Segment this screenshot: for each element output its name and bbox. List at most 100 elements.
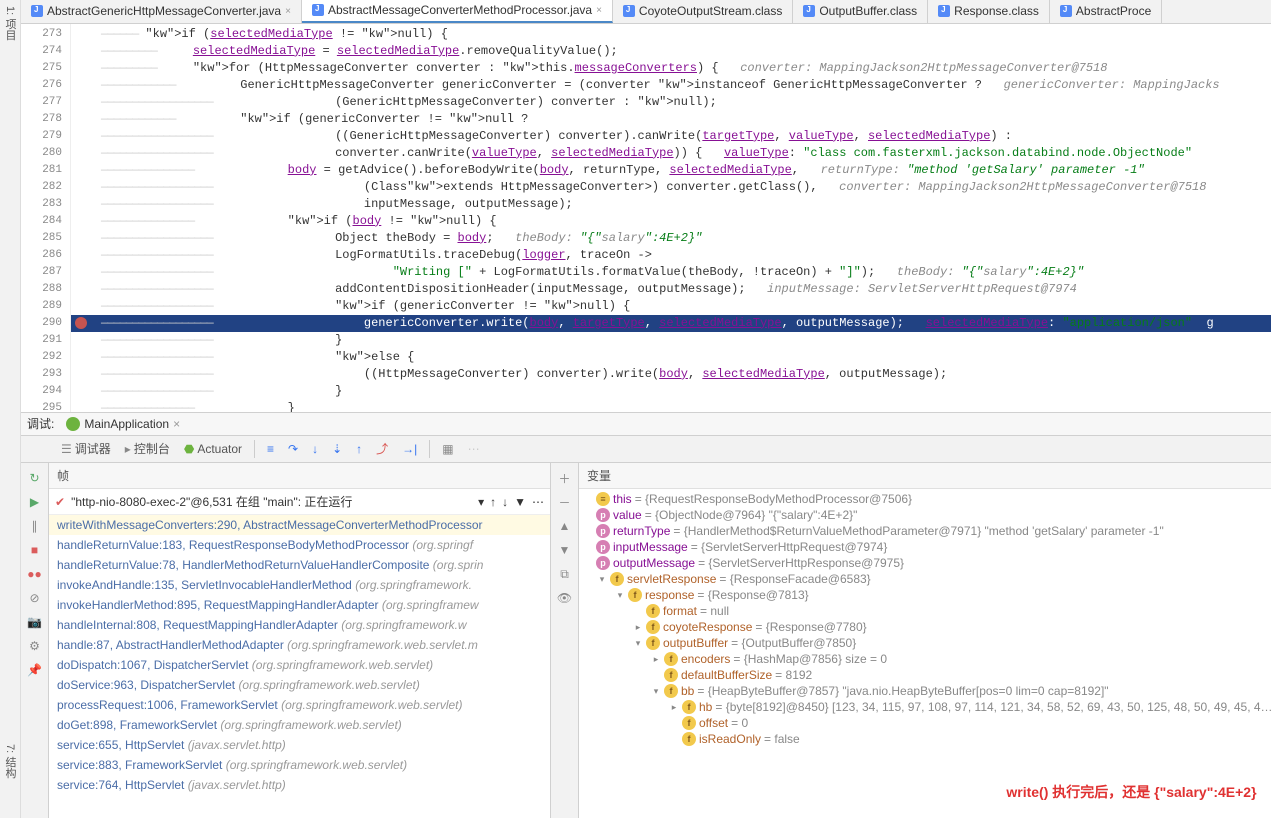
code-editor[interactable]: 2732742752762772782792802812822832842852… xyxy=(21,24,1271,412)
editor-tab[interactable]: CoyoteOutputStream.class xyxy=(613,0,793,23)
force-step-into-icon[interactable]: ⇣ xyxy=(326,440,348,458)
stack-frame[interactable]: processRequest:1006, FrameworkServlet (o… xyxy=(49,695,550,715)
variable-row[interactable]: ▾fservletResponse = {ResponseFacade@6583… xyxy=(579,571,1271,587)
console-tab[interactable]: ▸ 控制台 xyxy=(119,438,176,459)
toggle-icon[interactable]: ▾ xyxy=(597,574,607,585)
stack-frame[interactable]: service:655, HttpServlet (javax.servlet.… xyxy=(49,735,550,755)
stack-frame[interactable]: doGet:898, FrameworkServlet (org.springf… xyxy=(49,715,550,735)
code-line[interactable]: ————————— "kw">for (HttpMessageConverter… xyxy=(71,60,1271,77)
copy-icon[interactable]: ⧉ xyxy=(556,565,574,583)
breakpoint-icon[interactable] xyxy=(75,317,87,329)
variable-row[interactable]: ▾foutputBuffer = {OutputBuffer@7850} xyxy=(579,635,1271,651)
code-line[interactable]: ————————— selectedMediaType = selectedMe… xyxy=(71,43,1271,60)
code-line[interactable]: —————————————————— "Writing [" + LogForm… xyxy=(71,264,1271,281)
code-line[interactable]: —————————————————— } xyxy=(71,383,1271,400)
dump-icon[interactable]: 📷 xyxy=(26,613,44,631)
add-watch-icon[interactable]: ＋ xyxy=(556,469,574,487)
variable-row[interactable]: preturnType = {HandlerMethod$ReturnValue… xyxy=(579,523,1271,539)
toggle-icon[interactable]: ▸ xyxy=(651,654,661,665)
variable-row[interactable]: pinputMessage = {ServletServerHttpReques… xyxy=(579,539,1271,555)
editor-tab[interactable]: Response.class xyxy=(928,0,1050,23)
stack-frame[interactable]: doDispatch:1067, DispatcherServlet (org.… xyxy=(49,655,550,675)
breakpoints-icon[interactable]: ●● xyxy=(26,565,44,583)
pause-icon[interactable]: ∥ xyxy=(26,517,44,535)
code-line[interactable]: ———————————— GenericHttpMessageConverter… xyxy=(71,77,1271,94)
toggle-icon[interactable]: ▾ xyxy=(633,638,643,649)
variable-row[interactable]: foffset = 0 xyxy=(579,715,1271,731)
variable-row[interactable]: fdefaultBufferSize = 8192 xyxy=(579,667,1271,683)
step-over-icon[interactable]: ↷ xyxy=(282,440,304,458)
code-line[interactable]: —————————————————— (GenericHttpMessageCo… xyxy=(71,94,1271,111)
stack-frame[interactable]: writeWithMessageConverters:290, Abstract… xyxy=(49,515,550,535)
variable-row[interactable]: poutputMessage = {ServletServerHttpRespo… xyxy=(579,555,1271,571)
settings-icon[interactable]: ⚙ xyxy=(26,637,44,655)
debugger-tab[interactable]: ☰ 调试器 xyxy=(55,438,117,459)
code-line[interactable]: ——————————————— } xyxy=(71,400,1271,412)
thread-selector[interactable]: ✔ "http-nio-8080-exec-2"@6,531 在组 "main"… xyxy=(49,489,550,515)
step-into-icon[interactable]: ↓ xyxy=(306,440,324,458)
variable-row[interactable]: ▸fhb = {byte[8192]@8450} [123, 34, 115, … xyxy=(579,699,1271,715)
stack-frame[interactable]: service:883, FrameworkServlet (org.sprin… xyxy=(49,755,550,775)
next-frame-icon[interactable]: ↓ xyxy=(502,495,508,509)
rerun-icon[interactable]: ↻ xyxy=(26,469,44,487)
stack-frame[interactable]: handle:87, AbstractHandlerMethodAdapter … xyxy=(49,635,550,655)
watches-icon[interactable]: 👁 xyxy=(556,589,574,607)
stack-frame[interactable]: handleReturnValue:78, HandlerMethodRetur… xyxy=(49,555,550,575)
stack-frame[interactable]: service:764, HttpServlet (javax.servlet.… xyxy=(49,775,550,795)
trace-icon[interactable]: ⋯ xyxy=(462,440,486,458)
close-icon[interactable]: × xyxy=(173,417,180,431)
code-line[interactable]: —————————————————— converter.canWrite(va… xyxy=(71,145,1271,162)
code-line[interactable]: —————————————————— LogFormatUtils.traceD… xyxy=(71,247,1271,264)
variable-row[interactable]: pvalue = {ObjectNode@7964} "{"salary":4E… xyxy=(579,507,1271,523)
toggle-icon[interactable]: ▾ xyxy=(615,590,625,601)
filter-icon[interactable]: ▼ xyxy=(514,495,526,509)
code-line[interactable]: —————————————————— addContentDisposition… xyxy=(71,281,1271,298)
code-line[interactable]: ——————————————— body = getAdvice().befor… xyxy=(71,162,1271,179)
stack-frame[interactable]: handleInternal:808, RequestMappingHandle… xyxy=(49,615,550,635)
code-line[interactable]: —————————————————— inputMessage, outputM… xyxy=(71,196,1271,213)
project-side-tab[interactable]: 1: 项目 xyxy=(0,0,21,818)
code-line[interactable]: —————————————————— ((GenericHttpMessageC… xyxy=(71,128,1271,145)
variable-row[interactable]: ▾fbb = {HeapByteBuffer@7857} "java.nio.H… xyxy=(579,683,1271,699)
prev-frame-icon[interactable]: ↑ xyxy=(490,495,496,509)
code-line[interactable]: —————— "kw">if (selectedMediaType != "kw… xyxy=(71,26,1271,43)
editor-tab[interactable]: OutputBuffer.class xyxy=(793,0,928,23)
stop-icon[interactable]: ■ xyxy=(26,541,44,559)
variable-row[interactable]: fisReadOnly = false xyxy=(579,731,1271,747)
close-icon[interactable]: × xyxy=(285,6,291,17)
code-line[interactable]: ———————————— "kw">if (genericConverter !… xyxy=(71,111,1271,128)
actuator-tab[interactable]: ⬣ Actuator xyxy=(178,440,248,458)
up-icon[interactable]: ▲ xyxy=(556,517,574,535)
toggle-icon[interactable]: ▸ xyxy=(669,702,679,713)
chevron-down-icon[interactable]: ▾ xyxy=(478,495,484,509)
editor-tab[interactable]: AbstractMessageConverterMethodProcessor.… xyxy=(302,0,613,23)
stack-frame[interactable]: handleReturnValue:183, RequestResponseBo… xyxy=(49,535,550,555)
code-line[interactable]: —————————————————— "kw">else { xyxy=(71,349,1271,366)
toggle-icon[interactable]: ▾ xyxy=(651,686,661,697)
resume-icon[interactable]: ▶ xyxy=(26,493,44,511)
variable-row[interactable]: fformat = null xyxy=(579,603,1271,619)
evaluate-icon[interactable]: ▦ xyxy=(436,440,459,458)
show-execution-icon[interactable]: ≡ xyxy=(261,440,280,458)
close-icon[interactable]: × xyxy=(596,5,602,16)
code-line[interactable]: —————————————————— ((HttpMessageConverte… xyxy=(71,366,1271,383)
stack-frame[interactable]: doService:963, DispatcherServlet (org.sp… xyxy=(49,675,550,695)
pin-icon[interactable]: 📌 xyxy=(26,661,44,679)
remove-watch-icon[interactable]: － xyxy=(556,493,574,511)
code-line[interactable]: —————————————————— genericConverter.writ… xyxy=(71,315,1271,332)
code-line[interactable]: —————————————————— Object theBody = body… xyxy=(71,230,1271,247)
structure-side-tab[interactable]: 7: 结构 xyxy=(0,738,21,818)
code-line[interactable]: —————————————————— "kw">if (genericConve… xyxy=(71,298,1271,315)
code-line[interactable]: —————————————————— (Class"kw">extends Ht… xyxy=(71,179,1271,196)
run-to-cursor-icon[interactable]: →| xyxy=(396,440,423,458)
down-icon[interactable]: ▼ xyxy=(556,541,574,559)
drop-frame-icon[interactable]: ⤴ xyxy=(370,438,394,459)
variable-row[interactable]: ▸fcoyoteResponse = {Response@7780} xyxy=(579,619,1271,635)
editor-tab[interactable]: AbstractGenericHttpMessageConverter.java… xyxy=(21,0,302,23)
more-icon[interactable]: ⋯ xyxy=(532,495,544,509)
step-out-icon[interactable]: ↑ xyxy=(350,440,368,458)
variable-row[interactable]: ▾fresponse = {Response@7813} xyxy=(579,587,1271,603)
code-line[interactable]: ——————————————— "kw">if (body != "kw">nu… xyxy=(71,213,1271,230)
stack-frame[interactable]: invokeHandlerMethod:895, RequestMappingH… xyxy=(49,595,550,615)
debug-session-tab[interactable]: MainApplication × xyxy=(62,417,184,431)
